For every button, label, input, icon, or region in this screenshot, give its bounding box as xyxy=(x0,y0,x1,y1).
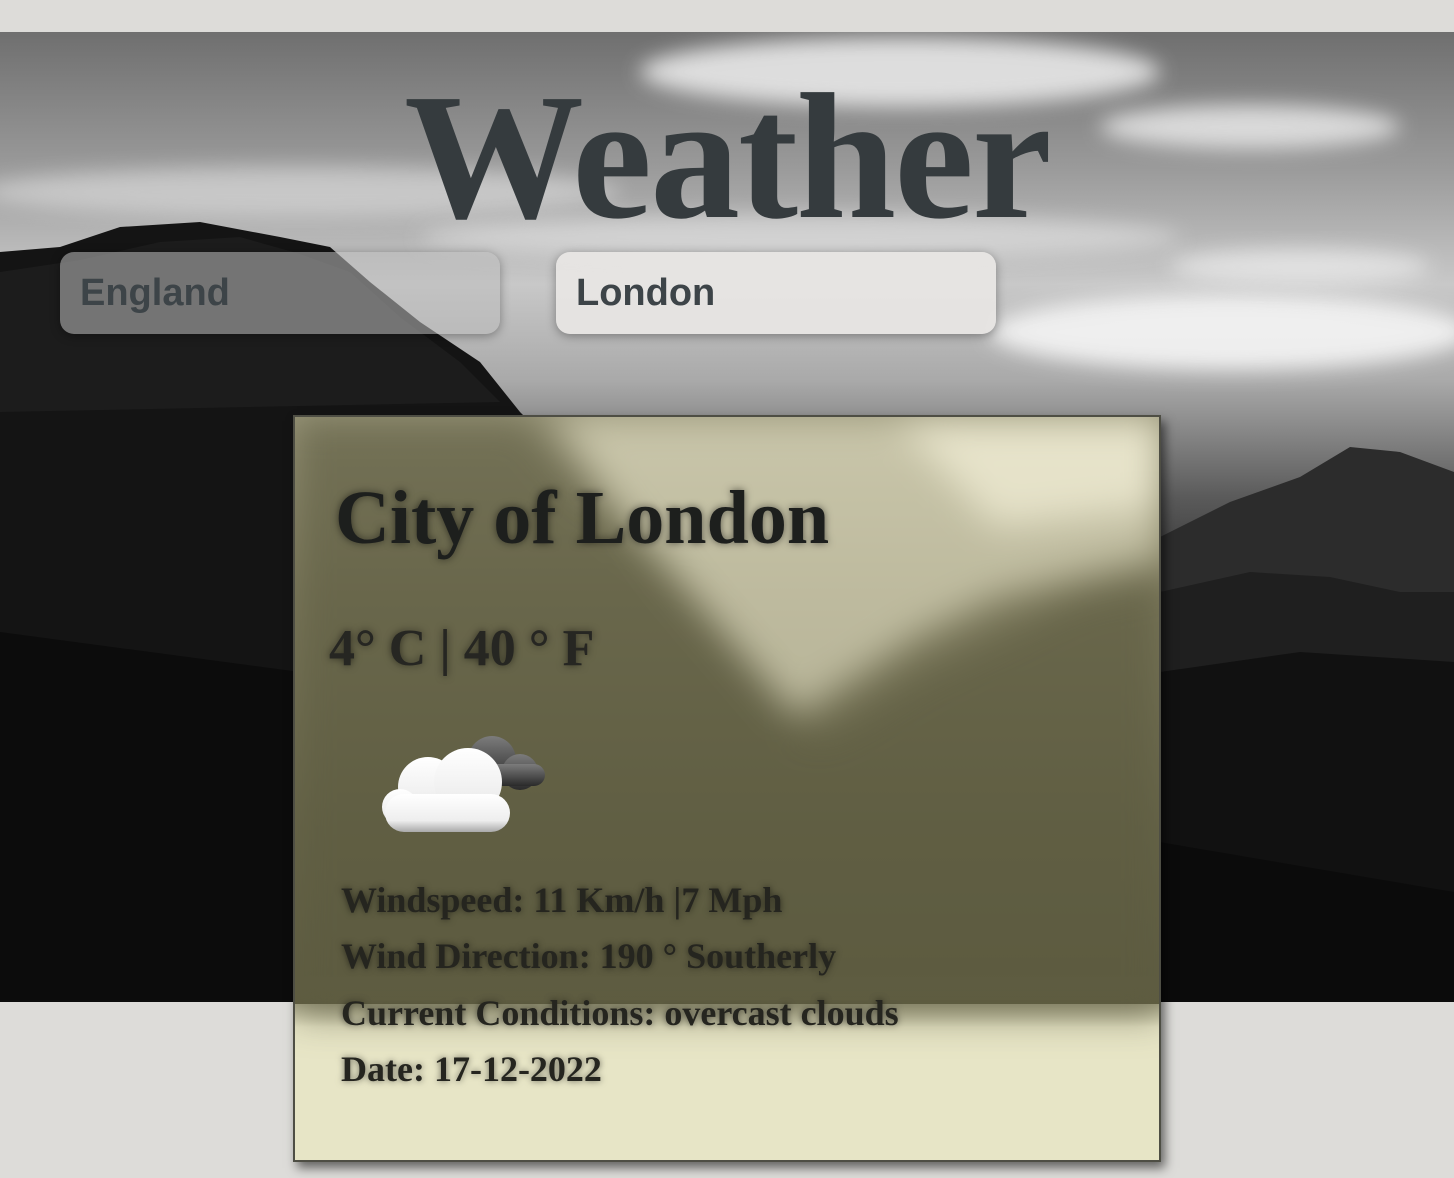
date-text: Date: 17-12-2022 xyxy=(341,1049,602,1089)
page-title: Weather xyxy=(404,57,1052,256)
city-name: City of London xyxy=(335,476,830,560)
temperature-reading: 4° C | 40 ° F xyxy=(329,620,595,677)
cloud-icon xyxy=(382,736,545,832)
city-input[interactable] xyxy=(556,252,996,334)
wind-direction-text: Wind Direction: 190 ° Southerly xyxy=(341,936,837,976)
weather-result-card: City of London 4° C | 40 ° F Windspeed: … xyxy=(293,415,1161,1162)
conditions-text: Current Conditions: overcast clouds xyxy=(341,993,899,1033)
windspeed-text: Windspeed: 11 Km/h |7 Mph xyxy=(341,880,783,920)
country-input[interactable] xyxy=(60,252,500,334)
